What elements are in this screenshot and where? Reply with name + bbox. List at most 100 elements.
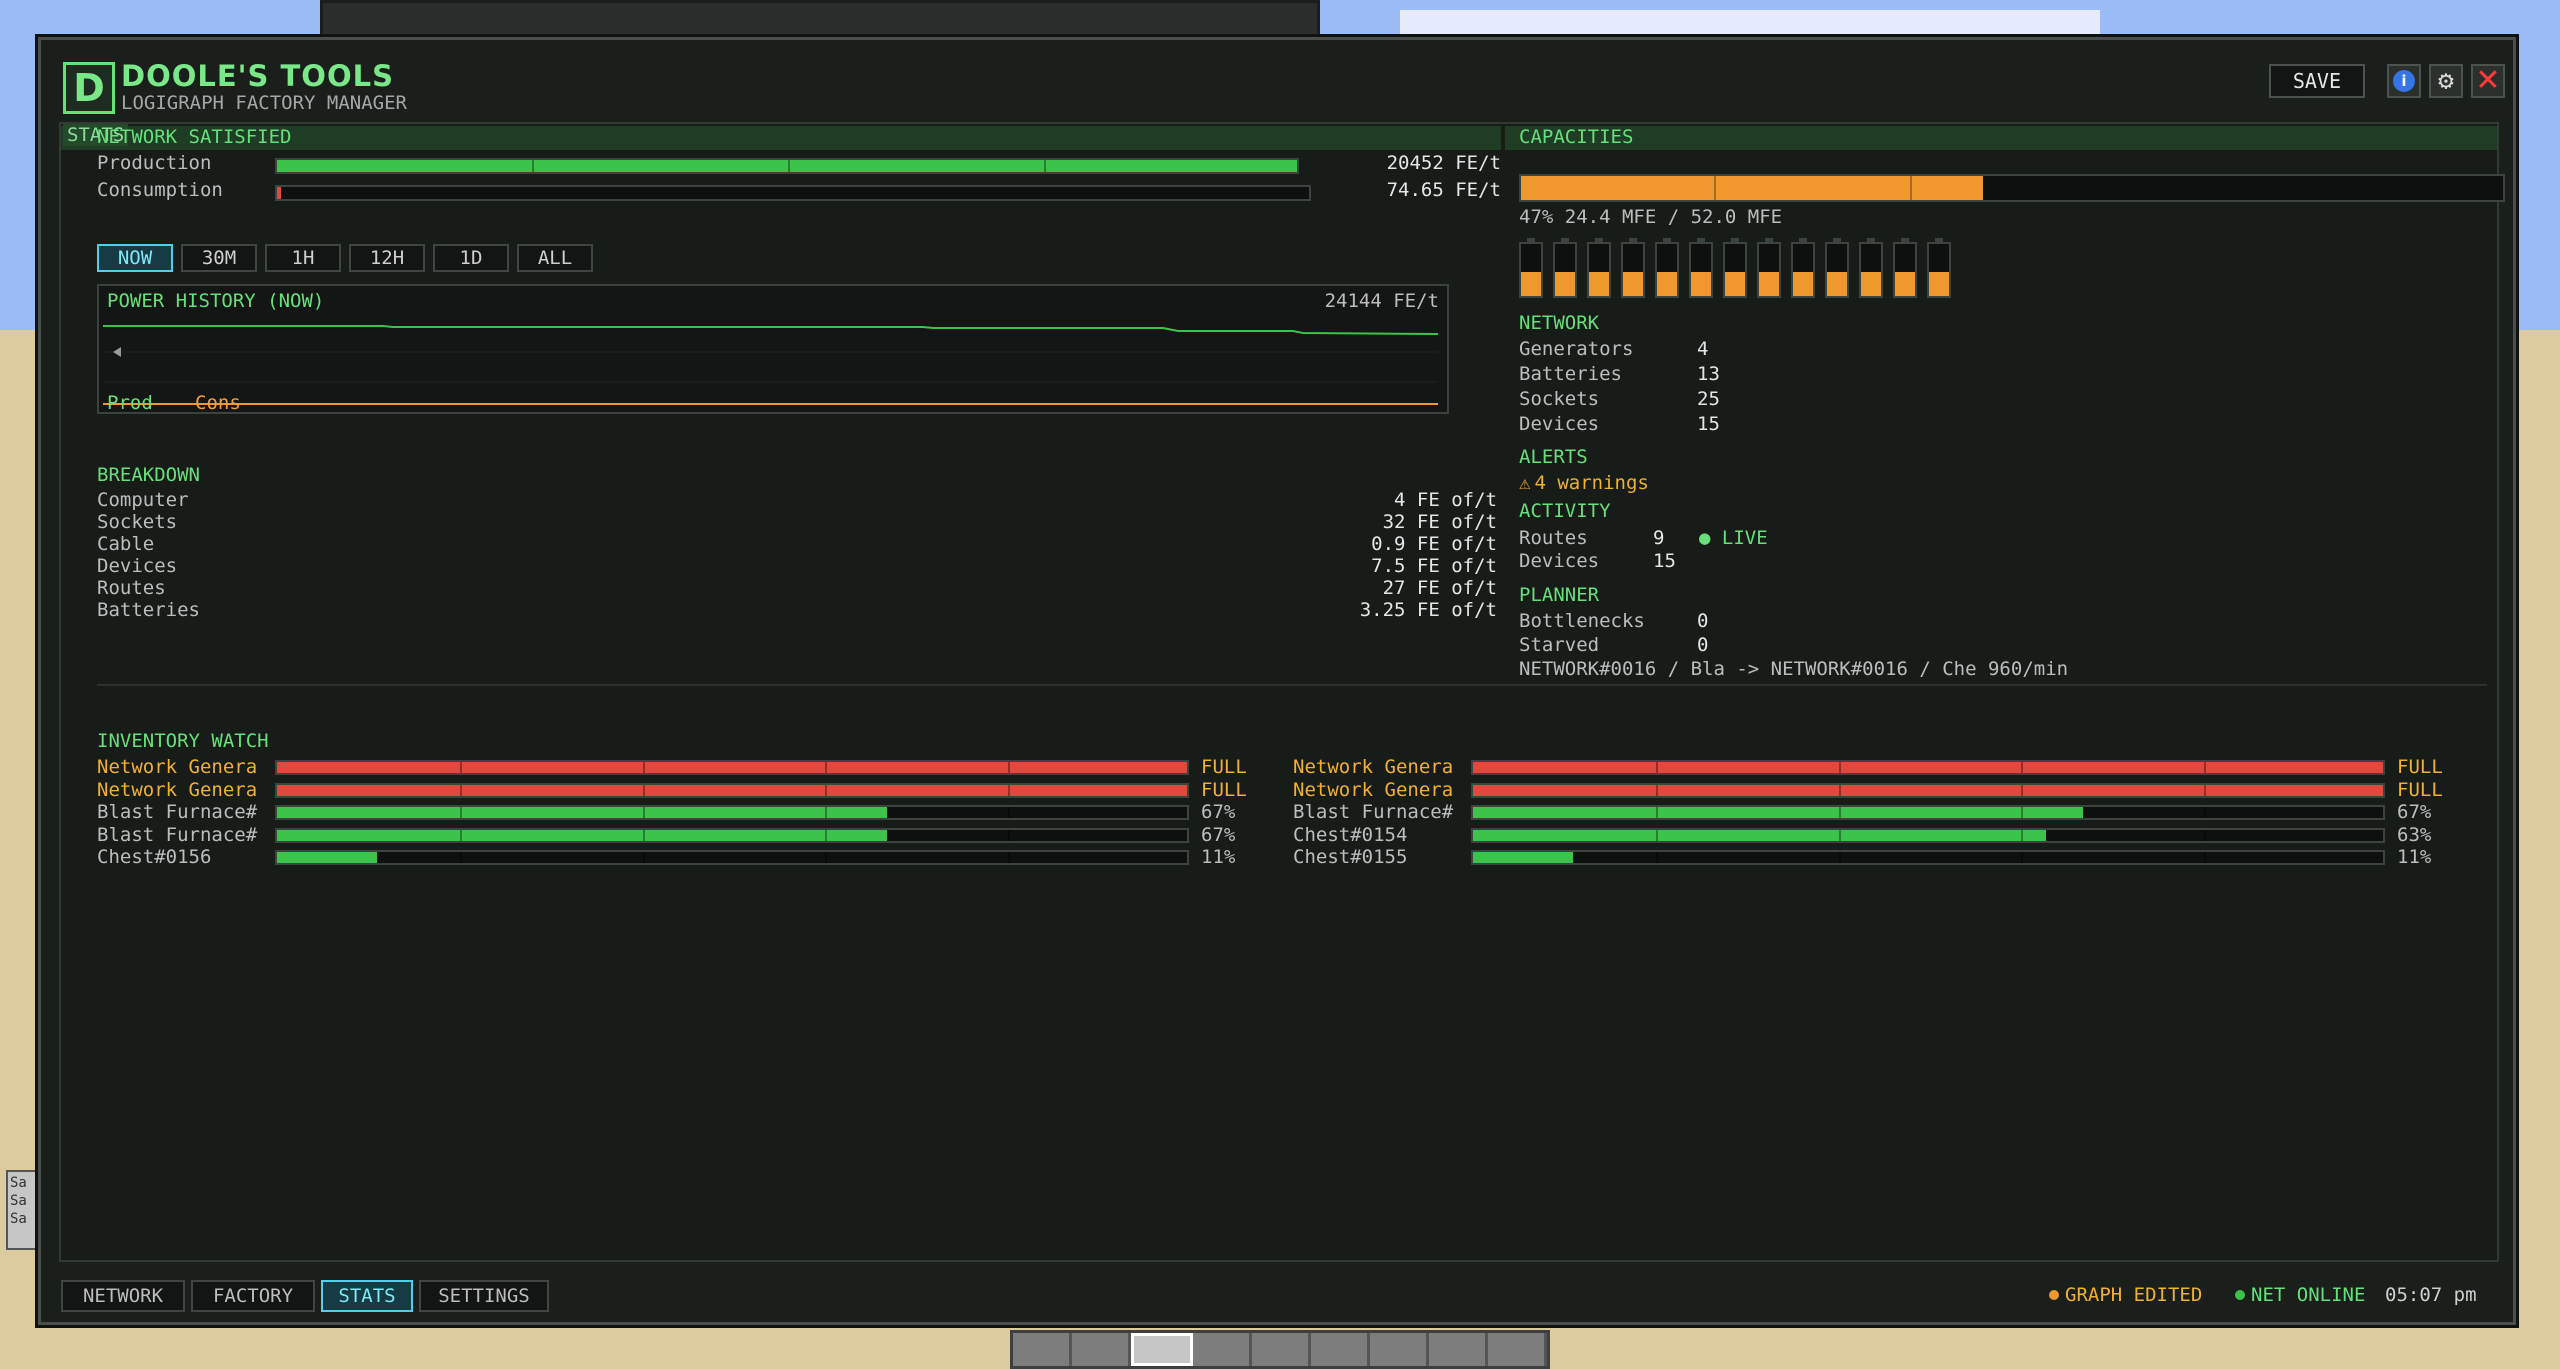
battery-icon (1689, 238, 1713, 298)
tab-factory[interactable]: FACTORY (191, 1280, 315, 1312)
battery-icon (1893, 238, 1917, 298)
production-label: Production (97, 152, 212, 174)
close-icon: ✕ (2475, 63, 2501, 98)
hotbar-slot[interactable] (1370, 1333, 1429, 1366)
legend-prod: Prod (107, 392, 153, 414)
hotbar (1010, 1330, 1550, 1369)
capacity-summary: 47% 24.4 MFE / 52.0 MFE (1519, 206, 1783, 228)
alerts-warning[interactable]: ⚠ 4 warnings (1519, 472, 1649, 494)
app-logo: D (63, 62, 115, 114)
inventory-item-bar (1471, 782, 2385, 798)
inventory-item-bar-fill (1473, 807, 2083, 818)
bottom-bar: NETWORK FACTORY STATS SETTINGS GRAPH EDI… (59, 1276, 2499, 1318)
app-subtitle: LOGIGRAPH FACTORY MANAGER (121, 92, 407, 114)
battery-icon (1587, 238, 1611, 298)
battery-icon (1519, 238, 1543, 298)
info-icon: i (2393, 70, 2415, 92)
battery-icon (1621, 238, 1645, 298)
inventory-item-bar (275, 760, 1189, 775)
hotbar-slot[interactable] (1072, 1333, 1131, 1366)
network-batteries-label: Batteries (1519, 363, 1622, 385)
inventory-item-label[interactable]: Network Genera (97, 756, 257, 778)
planner-route[interactable]: NETWORK#0016 / Bla -> NETWORK#0016 / Che… (1519, 658, 2068, 680)
breakdown-value: 3.25 FE of/t (1359, 599, 1497, 621)
inventory-item-percent: 11% (2397, 846, 2432, 868)
range-1d-button[interactable]: 1D (433, 244, 509, 272)
consumption-value: 74.65 FE/t (1386, 179, 1501, 201)
planner-bottlenecks-label: Bottlenecks (1519, 610, 1645, 632)
range-1h-button[interactable]: 1H (265, 244, 341, 272)
battery-icon (1791, 238, 1815, 298)
inventory-item-label[interactable]: Blast Furnace# (97, 824, 257, 846)
hotbar-slot[interactable] (1429, 1333, 1488, 1366)
inventory-item-bar-fill (1473, 784, 2383, 796)
inventory-item-bar (275, 827, 1189, 843)
power-history-value: 24144 FE/t (1324, 290, 1439, 312)
hotbar-slot[interactable] (1311, 1333, 1370, 1366)
battery-icon (1927, 238, 1951, 298)
breakdown-value: 7.5 FE of/t (1371, 555, 1497, 577)
tab-stats[interactable]: STATS (321, 1280, 413, 1312)
breakdown-label: Routes (97, 577, 166, 599)
battery-icon (1825, 238, 1849, 298)
planner-starved-value: 0 (1697, 634, 1709, 656)
range-12h-button[interactable]: 12H (349, 244, 425, 272)
hotbar-slot[interactable] (1193, 1333, 1252, 1366)
network-generators-value: 4 (1697, 338, 1709, 360)
capacities-title: CAPACITIES (1519, 126, 1634, 148)
inventory-item-percent: 63% (2397, 823, 2432, 846)
breakdown-label: Computer (97, 489, 189, 511)
range-30m-button[interactable]: 30M (181, 244, 257, 272)
legend-cons: Cons (195, 392, 241, 414)
save-button[interactable]: SAVE (2268, 64, 2365, 98)
settings-button[interactable]: ⚙ (2429, 64, 2463, 98)
info-button[interactable]: i (2387, 64, 2421, 98)
title-bar: D DOOLE'S TOOLS LOGIGRAPH FACTORY MANAGE… (63, 58, 407, 118)
inventory-item-label[interactable]: Chest#0154 (1293, 824, 1407, 846)
inventory-item-bar-fill (277, 807, 887, 818)
inventory-item-label[interactable]: Network Genera (97, 779, 257, 801)
inventory-item-bar (1471, 760, 2385, 775)
activity-title: ACTIVITY (1519, 500, 1611, 522)
inventory-title: INVENTORY WATCH (97, 730, 269, 752)
inventory-item-label[interactable]: Blast Furnace# (97, 801, 257, 823)
hotbar-slot-selected[interactable] (1131, 1333, 1193, 1366)
warning-icon: ⚠ (1519, 472, 1531, 494)
production-line (103, 325, 1439, 335)
activity-devices-value: 15 (1653, 550, 1676, 572)
hotbar-slot[interactable] (1013, 1333, 1072, 1366)
inventory-item-label[interactable]: Chest#0155 (1293, 846, 1407, 868)
inventory-item-label[interactable]: Network Genera (1293, 756, 1453, 778)
battery-icon (1757, 238, 1781, 298)
inventory-item-bar-fill (1473, 829, 2047, 841)
inventory-item-bar (275, 782, 1189, 798)
sign-fragment: Sa Sa Sa (6, 1170, 40, 1250)
close-button[interactable]: ✕ (2471, 64, 2505, 98)
breakdown-label: Sockets (97, 511, 178, 533)
capacity-bar-fill (1521, 176, 1983, 200)
network-sockets-label: Sockets (1519, 388, 1600, 410)
battery-icon (1655, 238, 1679, 298)
range-now-button[interactable]: NOW (97, 244, 173, 272)
network-devices-label: Devices (1519, 413, 1600, 435)
tab-network[interactable]: NETWORK (61, 1280, 185, 1312)
inventory-item-percent: 67% (2397, 801, 2432, 823)
breakdown-label: Devices (97, 555, 178, 577)
live-label: LIVE (1721, 527, 1768, 549)
production-bar (275, 158, 1299, 174)
inventory-item-label[interactable]: Chest#0156 (97, 846, 211, 868)
factory-manager-window: D DOOLE'S TOOLS LOGIGRAPH FACTORY MANAGE… (38, 37, 2516, 1325)
live-indicator: ● LIVE (1699, 527, 1768, 549)
hotbar-slot[interactable] (1488, 1333, 1547, 1366)
network-title: NETWORK (1519, 312, 1600, 334)
breakdown-value: 0.9 FE of/t (1371, 533, 1497, 555)
alerts-warning-text: 4 warnings (1534, 472, 1649, 494)
network-batteries-value: 13 (1697, 363, 1720, 385)
range-all-button[interactable]: ALL (517, 244, 593, 272)
breakdown-value: 27 FE of/t (1382, 577, 1497, 599)
inventory-item-label[interactable]: Blast Furnace# (1293, 801, 1453, 823)
tab-settings[interactable]: SETTINGS (419, 1280, 549, 1312)
hotbar-slot[interactable] (1252, 1333, 1311, 1366)
alerts-title: ALERTS (1519, 446, 1588, 468)
inventory-item-label[interactable]: Network Genera (1293, 779, 1453, 801)
